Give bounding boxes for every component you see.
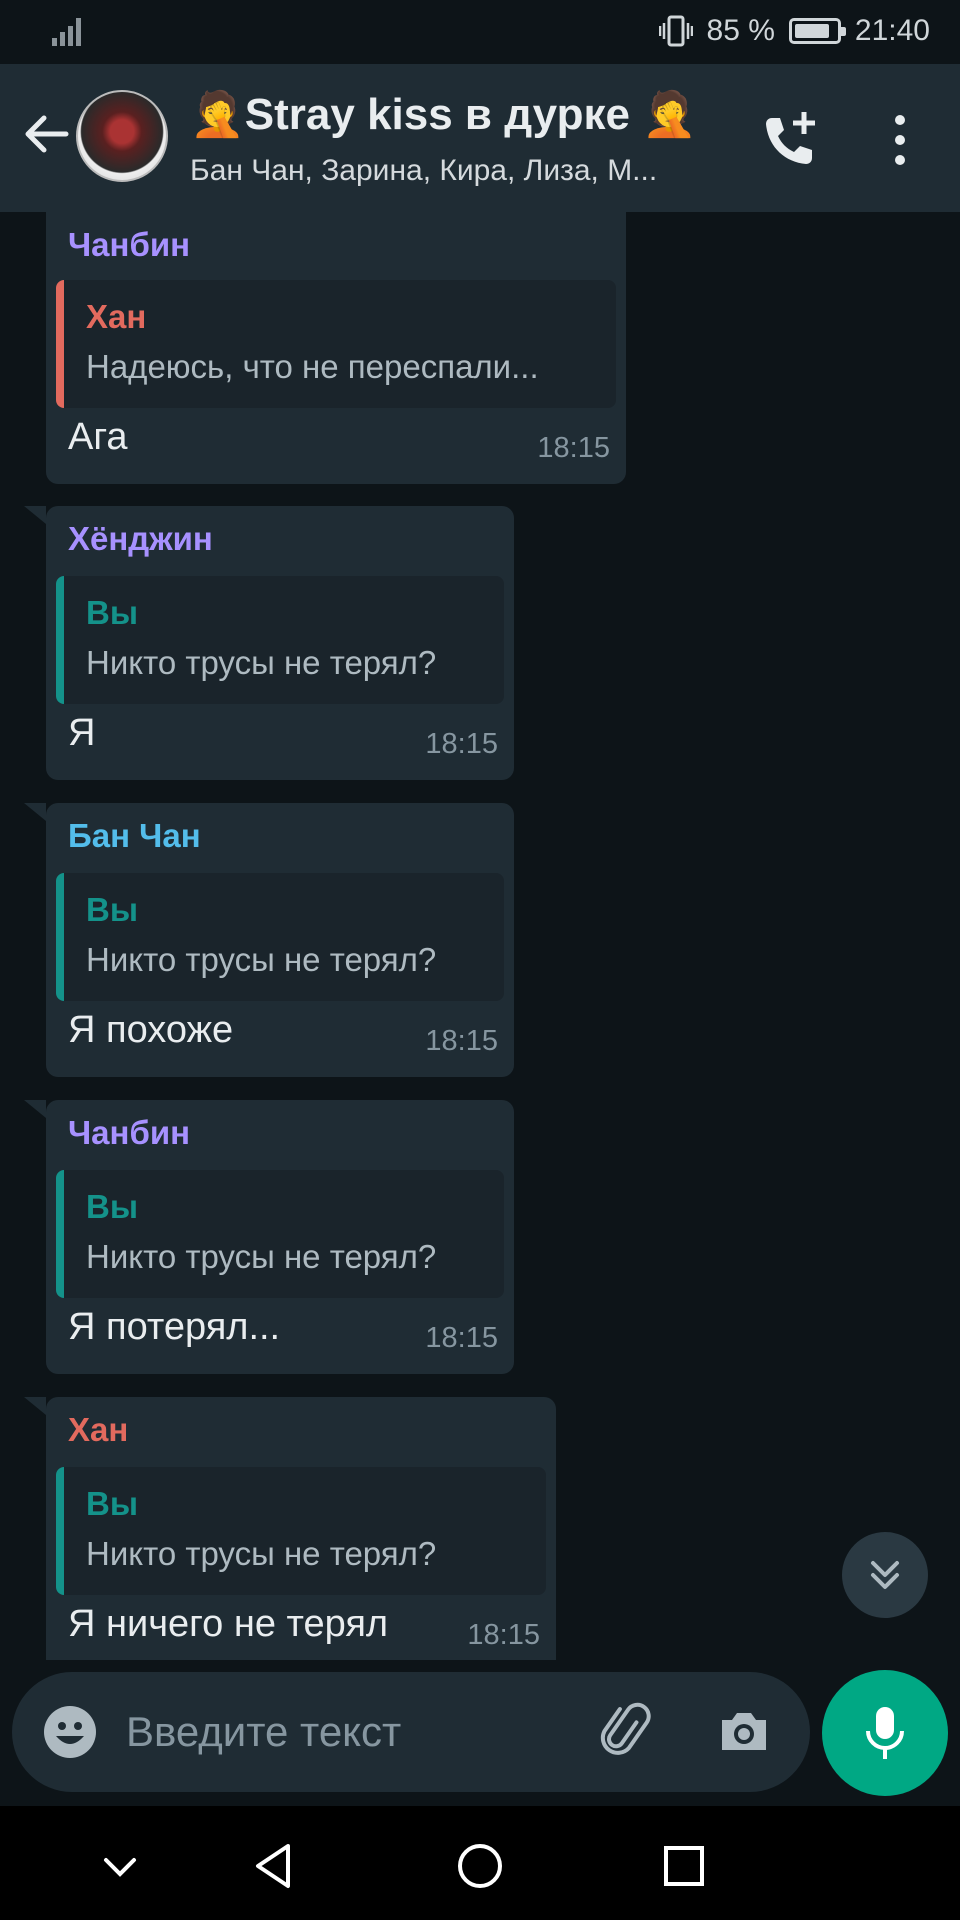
message-input[interactable] xyxy=(126,1702,486,1762)
chat-header: 🤦Stray kiss в дурке 🤦 Бан Чан, Зарина, К… xyxy=(0,64,960,212)
quoted-text: Никто трусы не терял? xyxy=(86,941,437,978)
back-arrow-icon[interactable] xyxy=(16,104,76,164)
quoted-message[interactable]: Вы Никто трусы не терял? xyxy=(56,1170,504,1298)
quoted-sender: Вы xyxy=(86,594,139,631)
message-bubble[interactable]: Чанбин Вы Никто трусы не терял? Я потеря… xyxy=(24,1100,514,1374)
nav-back-icon[interactable] xyxy=(244,1836,304,1896)
double-chevron-down-icon xyxy=(871,1561,899,1589)
message-text: Я похоже xyxy=(68,1009,234,1051)
battery-percent: 85 % xyxy=(706,14,775,47)
more-vertical-icon[interactable] xyxy=(880,110,920,170)
message-time: 18:15 xyxy=(425,1322,498,1354)
voice-message-button[interactable] xyxy=(822,1670,948,1796)
clock: 21:40 xyxy=(854,14,930,47)
message-text: Я ничего не терял xyxy=(68,1603,389,1645)
battery-icon xyxy=(788,18,846,44)
quoted-text: Никто трусы не терял? xyxy=(86,1238,437,1275)
microphone-icon xyxy=(866,1707,904,1759)
sender-name: Чанбин xyxy=(68,1114,191,1151)
add-call-icon[interactable] xyxy=(758,108,822,172)
sender-name: Хёнджин xyxy=(68,520,213,557)
chat-participants[interactable]: Бан Чан, Зарина, Кира, Лиза, М... xyxy=(190,154,730,188)
signal-icon xyxy=(52,18,81,46)
status-bar: 85 % 21:40 xyxy=(0,0,960,64)
quoted-sender: Вы xyxy=(86,1188,139,1225)
quoted-text: Никто трусы не терял? xyxy=(86,1535,437,1572)
message-bubble[interactable]: Хан Вы Никто трусы не терял? Я ничего не… xyxy=(24,1397,556,1660)
message-bubble[interactable]: Бан Чан Вы Никто трусы не терял? Я похож… xyxy=(24,803,514,1077)
paperclip-icon[interactable] xyxy=(598,1702,658,1762)
message-time: 18:15 xyxy=(425,1025,498,1057)
quoted-message[interactable]: Вы Никто трусы не терял? xyxy=(56,576,504,704)
message-time: 18:15 xyxy=(467,1619,540,1651)
camera-icon[interactable] xyxy=(714,1702,774,1762)
message-bubble[interactable]: Хёнджин Вы Никто трусы не терял? Я 18:15 xyxy=(24,506,514,780)
quoted-message[interactable]: Вы Никто трусы не терял? xyxy=(56,873,504,1001)
sender-name: Хан xyxy=(68,1411,129,1448)
quoted-text: Надеюсь, что не переспали... xyxy=(86,348,539,385)
message-bubble[interactable]: Чанбин Хан Надеюсь, что не переспали... … xyxy=(46,212,626,484)
chevron-down-icon[interactable] xyxy=(90,1836,150,1896)
group-avatar[interactable] xyxy=(76,90,168,182)
system-navigation-bar xyxy=(0,1806,960,1920)
sender-name: Чанбин xyxy=(68,226,191,263)
message-time: 18:15 xyxy=(425,728,498,760)
scroll-to-bottom-button[interactable] xyxy=(842,1532,928,1618)
sender-name: Бан Чан xyxy=(68,817,201,854)
quoted-text: Никто трусы не терял? xyxy=(86,644,437,681)
message-time: 18:15 xyxy=(537,432,610,464)
vibrate-icon xyxy=(658,15,693,47)
message-composer xyxy=(12,1672,810,1792)
message-text: Я xyxy=(68,712,96,754)
emoji-icon[interactable] xyxy=(42,1704,98,1760)
chat-title[interactable]: 🤦Stray kiss в дурке 🤦 xyxy=(190,88,697,140)
message-text: Ага xyxy=(68,416,128,458)
nav-recents-icon[interactable] xyxy=(654,1836,714,1896)
quoted-sender: Хан xyxy=(86,298,147,335)
quoted-message[interactable]: Хан Надеюсь, что не переспали... xyxy=(56,280,616,408)
message-text: Я потерял... xyxy=(68,1306,281,1348)
quoted-sender: Вы xyxy=(86,891,139,928)
nav-home-icon[interactable] xyxy=(450,1836,510,1896)
message-list[interactable]: Чанбин Хан Надеюсь, что не переспали... … xyxy=(0,212,960,1660)
quoted-sender: Вы xyxy=(86,1485,139,1522)
quoted-message[interactable]: Вы Никто трусы не терял? xyxy=(56,1467,546,1595)
